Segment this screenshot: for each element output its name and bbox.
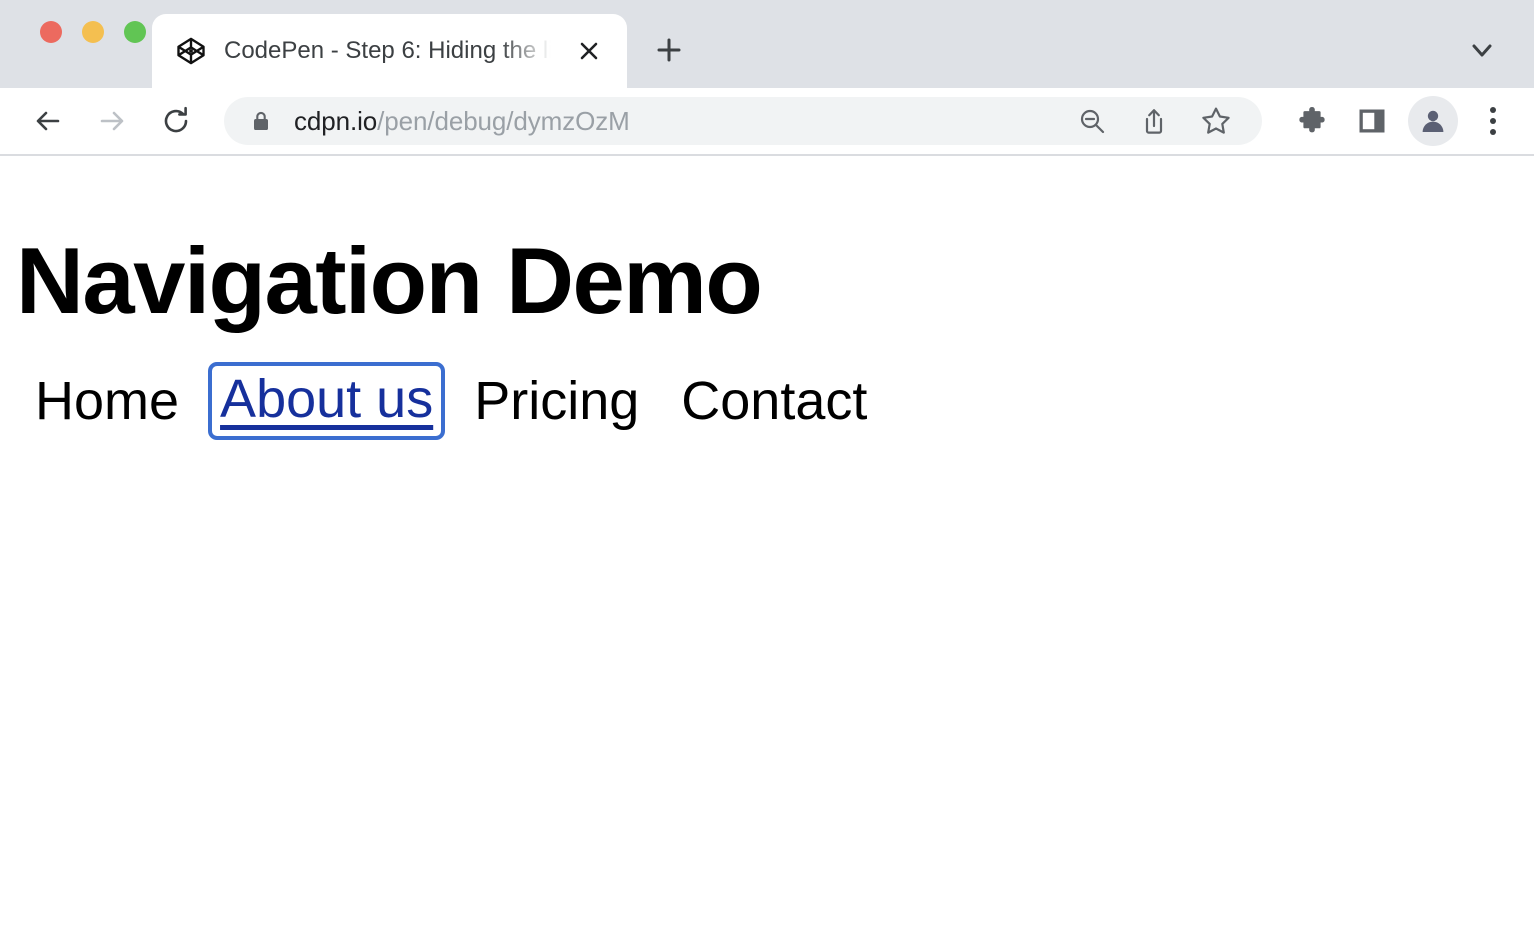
omnibox-actions xyxy=(1068,97,1246,145)
nav-item-about-us: About us xyxy=(200,366,453,436)
three-dot-menu-icon[interactable] xyxy=(1470,97,1516,145)
puzzle-piece-icon[interactable] xyxy=(1288,97,1336,145)
nav-item-pricing: Pricing xyxy=(453,370,660,432)
lock-icon xyxy=(250,110,272,132)
menu-dot xyxy=(1490,107,1496,113)
minimize-window-button[interactable] xyxy=(82,21,104,43)
nav-item-home: Home xyxy=(14,370,200,432)
menu-dot xyxy=(1490,118,1496,124)
back-button[interactable] xyxy=(22,95,74,147)
tab-title: CodePen - Step 6: Hiding the li xyxy=(224,14,561,88)
menu-dot xyxy=(1490,129,1496,135)
nav-link-home[interactable]: Home xyxy=(14,370,200,432)
page-title: Navigation Demo xyxy=(16,234,761,328)
site-navigation: Home About us Pricing Contact xyxy=(14,366,888,436)
page-viewport: Navigation Demo Home About us Pricing Co… xyxy=(0,156,1534,946)
browser-toolbar: cdpn.io/pen/debug/dymzOzM xyxy=(0,88,1534,156)
zoom-out-icon[interactable] xyxy=(1068,97,1116,145)
url-path: /pen/debug/dymzOzM xyxy=(377,106,630,136)
back-arrow-icon xyxy=(31,104,65,138)
side-panel-icon[interactable] xyxy=(1348,97,1396,145)
url-text: cdpn.io/pen/debug/dymzOzM xyxy=(294,106,630,137)
share-icon[interactable] xyxy=(1130,97,1178,145)
nav-item-contact: Contact xyxy=(660,370,888,432)
forward-arrow-icon xyxy=(95,104,129,138)
window-controls xyxy=(0,0,146,88)
new-tab-button[interactable] xyxy=(641,22,697,78)
reload-button[interactable] xyxy=(150,95,202,147)
tab-search-button[interactable] xyxy=(1456,24,1508,76)
forward-button[interactable] xyxy=(86,95,138,147)
address-bar[interactable]: cdpn.io/pen/debug/dymzOzM xyxy=(224,97,1262,145)
url-host: cdpn.io xyxy=(294,106,377,136)
close-window-button[interactable] xyxy=(40,21,62,43)
close-tab-button[interactable] xyxy=(569,31,609,71)
bookmark-star-icon[interactable] xyxy=(1192,97,1240,145)
browser-window: CodePen - Step 6: Hiding the li xyxy=(0,0,1534,950)
nav-link-contact[interactable]: Contact xyxy=(660,370,888,432)
nav-link-pricing[interactable]: Pricing xyxy=(453,370,660,432)
tab-strip: CodePen - Step 6: Hiding the li xyxy=(0,0,1534,88)
browser-tab-active[interactable]: CodePen - Step 6: Hiding the li xyxy=(152,14,627,88)
nav-link-about-us[interactable]: About us xyxy=(212,366,441,436)
maximize-window-button[interactable] xyxy=(124,21,146,43)
reload-icon xyxy=(160,105,192,137)
toolbar-right-actions xyxy=(1270,96,1516,146)
profile-avatar-icon[interactable] xyxy=(1408,96,1458,146)
codepen-logo-icon xyxy=(176,36,206,66)
